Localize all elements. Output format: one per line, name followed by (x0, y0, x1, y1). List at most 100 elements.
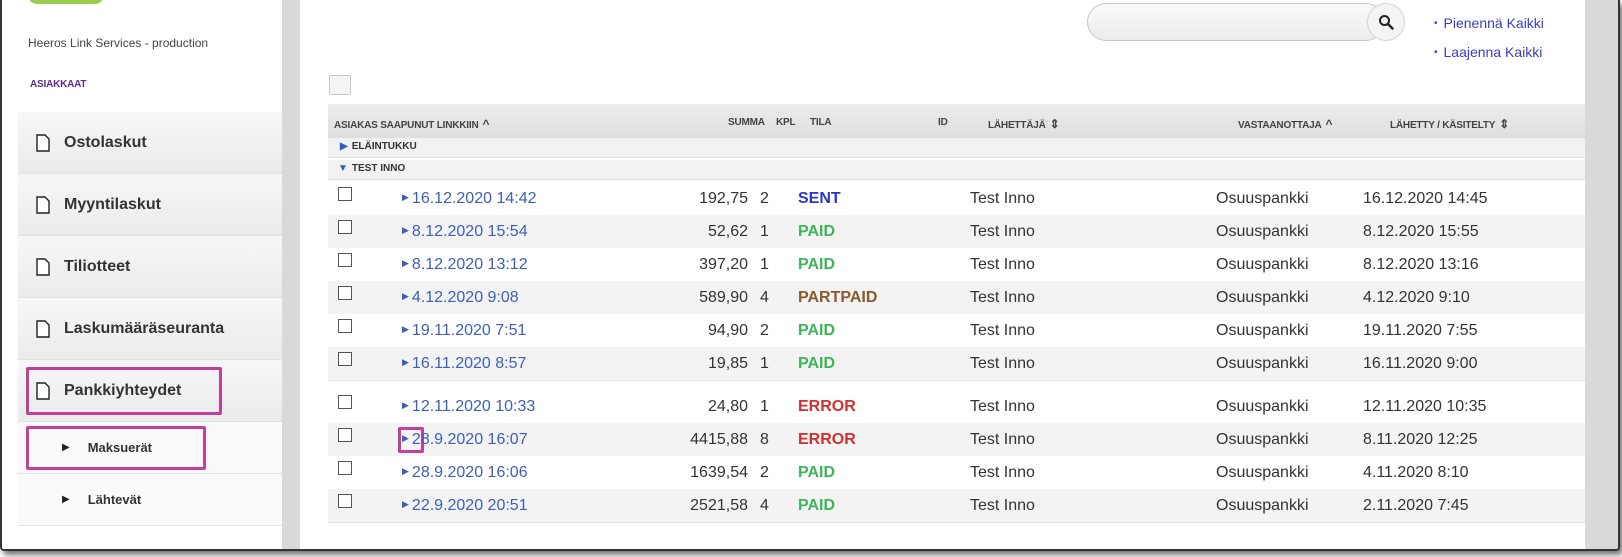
sort-both-icon: ⇕ (1499, 117, 1510, 131)
row-checkbox[interactable] (338, 253, 352, 267)
receiver-cell: Osuuspankki (1216, 256, 1309, 273)
arrived-link[interactable]: ▶ 12.11.2020 10:33 (402, 398, 535, 416)
row-checkbox[interactable] (338, 220, 352, 234)
row-checkbox[interactable] (338, 187, 352, 201)
caret-right-icon: ▶ (402, 466, 409, 476)
row-checkbox[interactable] (338, 319, 352, 333)
caret-right-icon: ▶ (402, 291, 409, 301)
caret-right-icon: ▶ (340, 141, 348, 152)
sidebar-item-pankkiyhteydet[interactable]: Pankkiyhteydet (18, 360, 290, 422)
sidebar-item-myyntilaskut[interactable]: Myyntilaskut (18, 174, 290, 236)
count-cell: 2 (760, 464, 769, 481)
receiver-cell: Osuuspankki (1216, 322, 1309, 339)
processed-cell: 4.12.2020 9:10 (1363, 289, 1470, 306)
status-badge: ERROR (798, 398, 856, 415)
status-badge: PAID (798, 355, 836, 372)
row-checkbox[interactable] (338, 494, 352, 508)
table-row[interactable]: ▶ 8.12.2020 13:12 397,20 1 PAID Test Inno… (328, 248, 1585, 282)
arrived-link[interactable]: ▶ 28.9.2020 16:06 (402, 464, 528, 482)
count-cell: 1 (760, 256, 769, 273)
group-row-elaintukku[interactable]: ▶ ELÄINTUKKU (328, 138, 1585, 158)
document-icon (36, 319, 50, 338)
table-row[interactable]: ▶ 22.9.2020 20:51 2521,58 4 PAID Test Inn… (328, 489, 1585, 523)
caret-right-icon: ▶ (62, 494, 70, 505)
row-checkbox[interactable] (338, 352, 352, 366)
arrived-link[interactable]: ▶ 4.12.2020 9:08 (402, 289, 519, 307)
column-header-receiver[interactable]: VASTAANOTTAJA ^ (1238, 117, 1333, 131)
status-badge: PAID (798, 322, 836, 339)
caret-right-icon[interactable]: ▶ (402, 433, 409, 443)
expand-all-link[interactable]: Laajenna Kaikki (1434, 39, 1544, 68)
sidebar-item-tiliotteet[interactable]: Tiliotteet (18, 236, 290, 298)
caret-right-icon: ▶ (402, 499, 409, 509)
status-badge: ERROR (798, 431, 856, 448)
column-header-customer[interactable]: ASIAKAS SAAPUNUT LINKKIIN ^ (334, 117, 489, 131)
search-button[interactable] (1367, 3, 1405, 41)
count-cell: 1 (760, 398, 769, 415)
row-checkbox[interactable] (338, 286, 352, 300)
sum-cell: 24,80 (707, 398, 748, 415)
row-checkbox[interactable] (338, 428, 352, 442)
customers-link[interactable]: ASIAKKAAT (30, 79, 87, 90)
sum-cell: 589,90 (699, 289, 748, 306)
arrived-link[interactable]: ▶ 8.12.2020 13:12 (402, 256, 528, 274)
status-badge: PARTPAID (798, 289, 878, 306)
table-row[interactable]: ▶ 28.9.2020 16:07 4415,88 8 ERROR Test In… (328, 423, 1585, 457)
sidebar: Heeros Link Services - production ASIAKK… (2, 0, 302, 549)
receiver-cell: Osuuspankki (1216, 289, 1309, 306)
sidebar-item-label: Myyntilaskut (64, 195, 161, 213)
table-row[interactable]: ▶ 19.11.2020 7:51 94,90 2 PAID Test Inno … (328, 314, 1585, 348)
caret-right-icon: ▶ (402, 192, 409, 202)
sidebar-item-label: Laskumääräseuranta (64, 319, 225, 337)
row-checkbox[interactable] (338, 461, 352, 475)
table-row[interactable]: ▶ 4.12.2020 9:08 589,90 4 PARTPAID Test I… (328, 281, 1585, 315)
sidebar-subitem-maksuerat[interactable]: ▶ Maksuerät (18, 422, 290, 474)
count-cell: 2 (760, 190, 769, 207)
row-checkbox[interactable] (338, 395, 352, 409)
sum-cell: 2521,58 (690, 497, 748, 514)
arrived-link[interactable]: ▶ 8.12.2020 15:54 (402, 223, 528, 241)
sidebar-subitem-lahtevat[interactable]: ▶ Lähtevät (18, 474, 290, 526)
arrived-link[interactable]: ▶ 19.11.2020 7:51 (402, 322, 526, 340)
table-row[interactable]: ▶ 8.12.2020 15:54 52,62 1 PAID Test Inno … (328, 215, 1585, 249)
column-header-sent-processed[interactable]: LÄHETTY / KÄSITELTY ⇕ (1390, 117, 1509, 131)
status-badge: PAID (798, 256, 836, 273)
arrived-link[interactable]: ▶ 16.12.2020 14:42 (402, 190, 536, 208)
sender-cell: Test Inno (970, 190, 1035, 207)
sidebar-item-laskumaaraseuranta[interactable]: Laskumääräseuranta (18, 298, 290, 360)
caret-right-icon: ▶ (402, 400, 409, 410)
count-cell: 4 (760, 289, 769, 306)
sender-cell: Test Inno (970, 289, 1035, 306)
status-badge: PAID (798, 497, 836, 514)
sum-cell: 397,20 (699, 256, 748, 273)
document-icon (36, 133, 50, 152)
table-row[interactable]: ▶ 28.9.2020 16:06 1639,54 2 PAID Test Inn… (328, 456, 1585, 490)
arrived-link[interactable]: ▶ 16.11.2020 8:57 (402, 355, 526, 373)
receiver-cell: Osuuspankki (1216, 398, 1309, 415)
column-header-id[interactable]: ID (938, 117, 948, 128)
arrived-link[interactable]: ▶ 28.9.2020 16:07 (402, 431, 528, 449)
table-row[interactable]: ▶ 12.11.2020 10:33 24,80 1 ERROR Test Inn… (328, 390, 1585, 424)
arrived-link[interactable]: ▶ 22.9.2020 20:51 (402, 497, 528, 515)
column-header-count[interactable]: KPL (776, 117, 796, 128)
processed-cell: 16.12.2020 14:45 (1363, 190, 1488, 207)
column-header-sum[interactable]: SUMMA (728, 117, 765, 128)
column-header-status[interactable]: TILA (810, 117, 832, 128)
sender-cell: Test Inno (970, 355, 1035, 372)
receiver-cell: Osuuspankki (1216, 355, 1309, 372)
select-all-checkbox[interactable] (329, 75, 351, 95)
highlight-box (26, 367, 222, 415)
sidebar-subitem-label: Lähtevät (87, 492, 142, 507)
table-row[interactable]: ▶ 16.12.2020 14:42 192,75 2 SENT Test Inn… (328, 182, 1585, 216)
group-row-test-inno[interactable]: ▼ TEST INNO (328, 160, 1585, 180)
sidebar-item-ostolaskut[interactable]: Ostolaskut (18, 112, 290, 174)
column-header-sender[interactable]: LÄHETTÄJÄ ⇕ (988, 117, 1060, 131)
app-window: Heeros Link Services - production ASIAKK… (0, 0, 1620, 551)
processed-cell: 2.11.2020 7:45 (1363, 497, 1469, 514)
search-input[interactable] (1087, 3, 1385, 41)
table-row[interactable]: ▶ 16.11.2020 8:57 19,85 1 PAID Test Inno … (328, 347, 1585, 381)
collapse-all-link[interactable]: Pienennä Kaikki (1434, 10, 1544, 39)
processed-cell: 16.11.2020 9:00 (1363, 355, 1478, 372)
sum-cell: 1639,54 (690, 464, 748, 481)
sender-cell: Test Inno (970, 256, 1035, 273)
